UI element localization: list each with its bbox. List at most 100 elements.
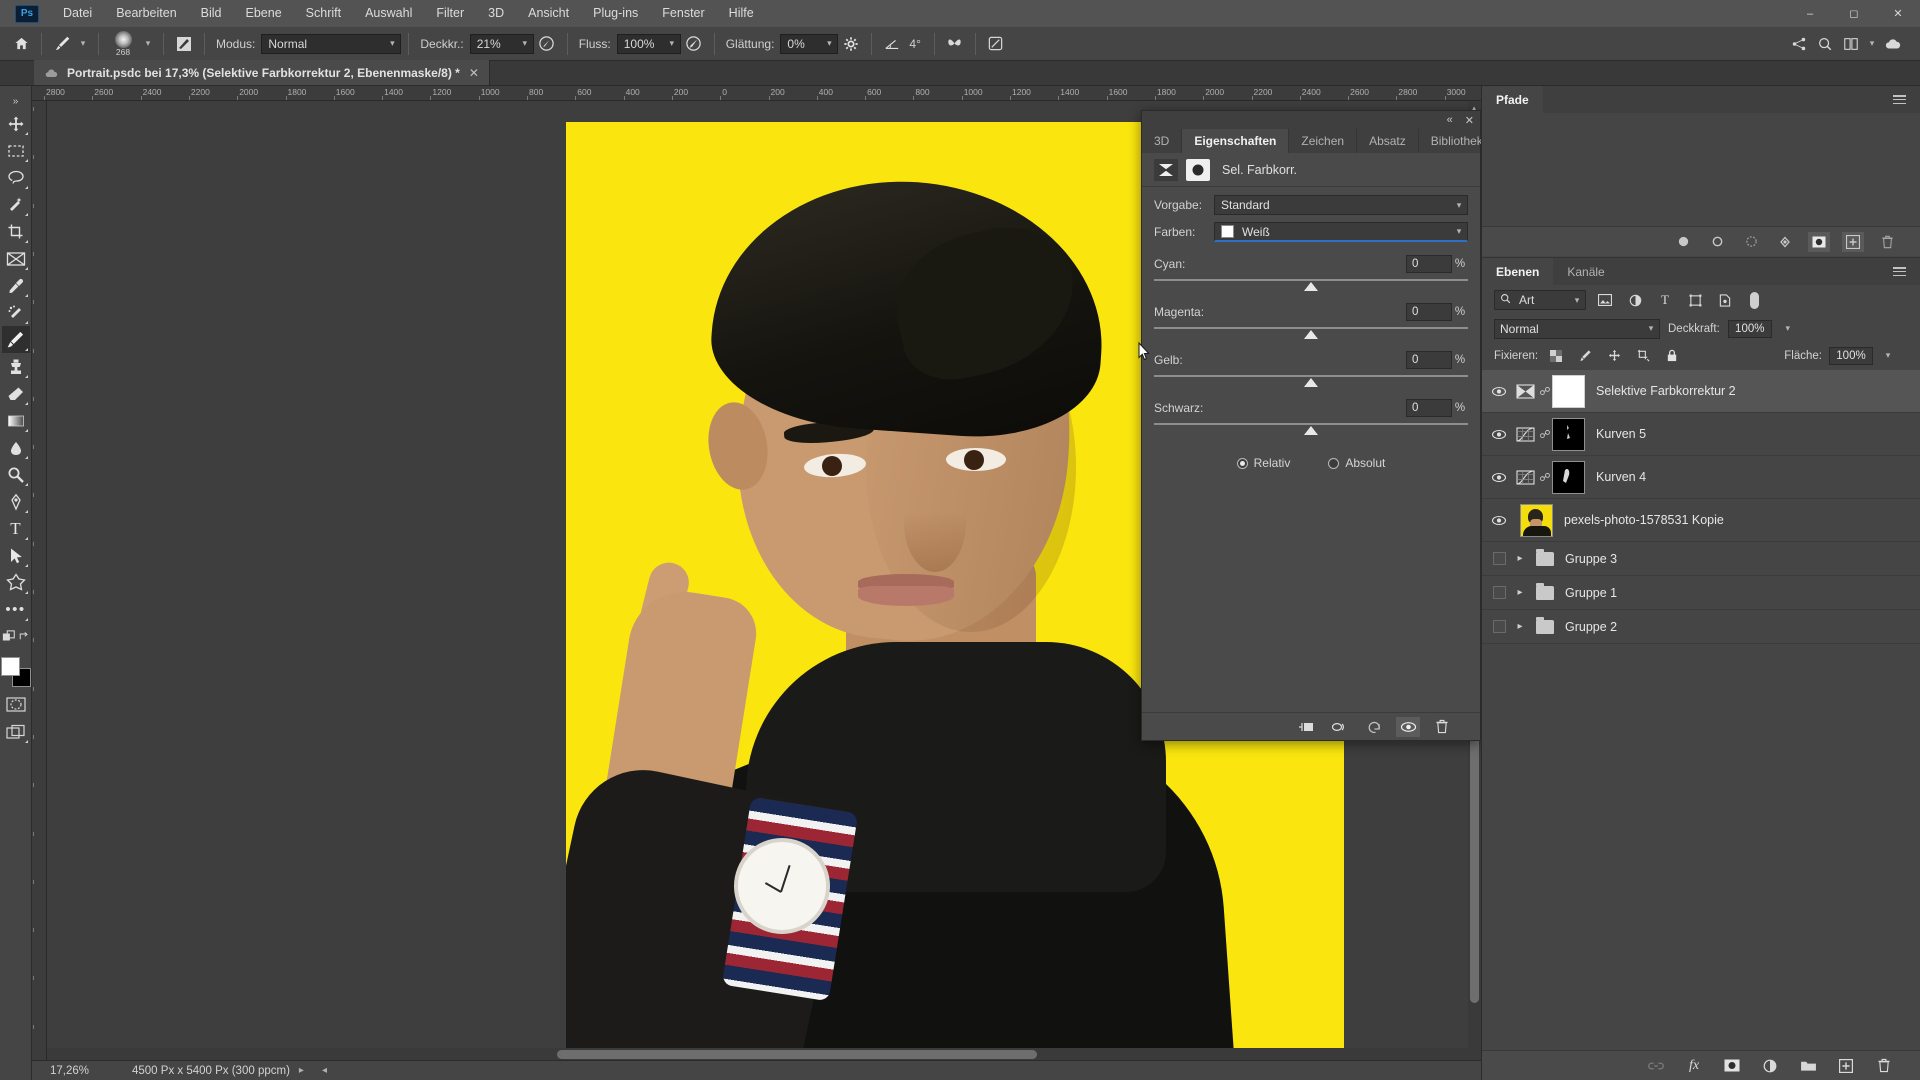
screen-mode-icon[interactable] bbox=[2, 718, 30, 745]
delete-path-icon[interactable] bbox=[1876, 232, 1898, 252]
pixel-layers-filter-icon[interactable] bbox=[1594, 290, 1616, 310]
load-selection-icon[interactable] bbox=[1740, 232, 1762, 252]
menu-item-schrift[interactable]: Schrift bbox=[294, 0, 353, 27]
gear-icon[interactable] bbox=[838, 32, 864, 56]
eyedropper-tool[interactable] bbox=[2, 272, 30, 299]
smart-object-filter-icon[interactable] bbox=[1714, 290, 1736, 310]
collapse-icon[interactable]: « bbox=[1447, 114, 1453, 126]
slider-gelb-track[interactable] bbox=[1154, 375, 1468, 388]
close-icon[interactable]: ✕ bbox=[1465, 114, 1474, 127]
clip-to-layer-icon[interactable] bbox=[1294, 717, 1318, 737]
menu-item-3d[interactable]: 3D bbox=[476, 0, 516, 27]
menu-item-fenster[interactable]: Fenster bbox=[650, 0, 716, 27]
lock-all-icon[interactable] bbox=[1661, 346, 1683, 366]
view-previous-state-icon[interactable] bbox=[1328, 717, 1352, 737]
shape-layers-filter-icon[interactable] bbox=[1684, 290, 1706, 310]
arrange-chevron-icon[interactable]: ▾ bbox=[1864, 38, 1880, 49]
curves-icon[interactable] bbox=[1512, 469, 1538, 485]
add-mask-icon[interactable] bbox=[1721, 1055, 1743, 1077]
flow-input[interactable]: 100% ▾ bbox=[616, 33, 681, 54]
add-mask-icon[interactable] bbox=[1808, 231, 1830, 252]
menu-item-auswahl[interactable]: Auswahl bbox=[353, 0, 424, 27]
filter-toggle-icon[interactable] bbox=[1750, 291, 1759, 309]
table-row[interactable]: pexels-photo-1578531 Kopie bbox=[1482, 499, 1920, 542]
new-group-icon[interactable] bbox=[1797, 1055, 1819, 1077]
crop-tool[interactable] bbox=[2, 218, 30, 245]
chevron-down-icon[interactable]: ▾ bbox=[1880, 350, 1896, 361]
edit-toolbar-icon[interactable] bbox=[1, 623, 31, 650]
new-path-icon[interactable] bbox=[1842, 231, 1864, 252]
color-swatches[interactable] bbox=[0, 657, 31, 687]
foreground-color-swatch[interactable] bbox=[0, 657, 20, 676]
lock-artboard-icon[interactable] bbox=[1632, 346, 1654, 366]
magic-wand-tool[interactable] bbox=[2, 191, 30, 218]
table-row[interactable]: ☍ Kurven 5 bbox=[1482, 413, 1920, 456]
layer-link-icon[interactable]: ☍ bbox=[1538, 428, 1552, 441]
colors-select[interactable]: Weiß ▾ bbox=[1214, 222, 1468, 242]
shape-tool[interactable] bbox=[2, 569, 30, 596]
slider-cyan-track[interactable] bbox=[1154, 279, 1468, 292]
brush-size-preview[interactable]: 268 bbox=[106, 30, 140, 58]
chevron-right-icon[interactable]: ▸ bbox=[1512, 621, 1528, 632]
slider-gelb-value[interactable]: 0 bbox=[1406, 350, 1452, 369]
layer-link-icon[interactable]: ☍ bbox=[1538, 385, 1552, 398]
home-icon[interactable] bbox=[8, 32, 34, 56]
chevron-right-icon[interactable]: ▸ bbox=[1512, 553, 1528, 564]
document-tab[interactable]: Portrait.psdc bei 17,3% (Selektive Farbk… bbox=[34, 60, 490, 85]
paths-list[interactable] bbox=[1482, 113, 1920, 226]
reset-icon[interactable] bbox=[1362, 717, 1386, 737]
brush-icon[interactable] bbox=[49, 32, 75, 56]
path-selection-tool[interactable] bbox=[2, 542, 30, 569]
zoom-level[interactable]: 17,26% bbox=[32, 1065, 122, 1077]
tab-zeichen[interactable]: Zeichen bbox=[1289, 129, 1358, 153]
panel-menu-icon[interactable] bbox=[1886, 86, 1912, 113]
chevron-down-icon[interactable]: ▾ bbox=[1780, 323, 1796, 334]
menu-item-ebene[interactable]: Ebene bbox=[234, 0, 294, 27]
link-layers-icon[interactable] bbox=[1645, 1055, 1667, 1077]
chevron-left-icon[interactable]: ◂ bbox=[313, 1065, 336, 1076]
fill-path-icon[interactable] bbox=[1672, 232, 1694, 252]
airbrush-icon[interactable] bbox=[681, 32, 707, 56]
tab-kanaele[interactable]: Kanäle bbox=[1553, 258, 1618, 285]
properties-panel-header[interactable]: « ✕ bbox=[1142, 111, 1480, 129]
stroke-path-icon[interactable] bbox=[1706, 232, 1728, 252]
slider-magenta-value[interactable]: 0 bbox=[1406, 302, 1452, 321]
type-layers-filter-icon[interactable]: T bbox=[1654, 290, 1676, 310]
table-row[interactable]: ☍ Kurven 4 bbox=[1482, 456, 1920, 499]
layer-visibility-icon[interactable] bbox=[1486, 472, 1512, 483]
menu-item-hilfe[interactable]: Hilfe bbox=[717, 0, 766, 27]
mode-select[interactable]: Normal ▾ bbox=[261, 33, 402, 54]
slider-schwarz-value[interactable]: 0 bbox=[1406, 398, 1452, 417]
slider-magenta-track[interactable] bbox=[1154, 327, 1468, 340]
layer-visibility-icon[interactable] bbox=[1486, 552, 1512, 565]
layer-visibility-icon[interactable] bbox=[1486, 429, 1512, 440]
blur-tool[interactable] bbox=[2, 434, 30, 461]
table-row[interactable]: ▸ Gruppe 2 bbox=[1482, 610, 1920, 644]
tab-pfade[interactable]: Pfade bbox=[1482, 86, 1543, 113]
lock-position-icon[interactable] bbox=[1603, 346, 1625, 366]
panel-menu-icon[interactable] bbox=[1886, 258, 1912, 285]
fill-value[interactable]: 100% bbox=[1829, 346, 1873, 365]
gradient-tool[interactable] bbox=[2, 407, 30, 434]
menu-item-filter[interactable]: Filter bbox=[424, 0, 476, 27]
type-tool[interactable]: T bbox=[2, 515, 30, 542]
radio-relativ[interactable]: Relativ bbox=[1236, 456, 1290, 470]
opacity-input[interactable]: 21% ▾ bbox=[469, 33, 534, 54]
new-layer-icon[interactable] bbox=[1835, 1055, 1857, 1077]
tab-ebenen[interactable]: Ebenen bbox=[1482, 258, 1554, 285]
tab-eigenschaften[interactable]: Eigenschaften bbox=[1182, 129, 1290, 153]
tab-3d[interactable]: 3D bbox=[1142, 129, 1183, 153]
preset-select[interactable]: Standard ▾ bbox=[1214, 195, 1468, 215]
layer-style-fx-icon[interactable]: fx bbox=[1683, 1055, 1705, 1077]
slider-schwarz-track[interactable] bbox=[1154, 423, 1468, 436]
mask-thumbnail-icon[interactable] bbox=[1186, 158, 1210, 181]
lock-image-icon[interactable] bbox=[1574, 346, 1596, 366]
menu-item-ansicht[interactable]: Ansicht bbox=[516, 0, 581, 27]
radio-absolut[interactable]: Absolut bbox=[1328, 456, 1385, 470]
menu-item-plugins[interactable]: Plug-ins bbox=[581, 0, 650, 27]
close-icon[interactable]: ✕ bbox=[467, 66, 481, 80]
chevron-right-icon[interactable]: ▸ bbox=[290, 1065, 313, 1076]
slider-cyan-handle[interactable] bbox=[1304, 282, 1318, 291]
slider-gelb-handle[interactable] bbox=[1304, 378, 1318, 387]
pen-tool[interactable] bbox=[2, 488, 30, 515]
